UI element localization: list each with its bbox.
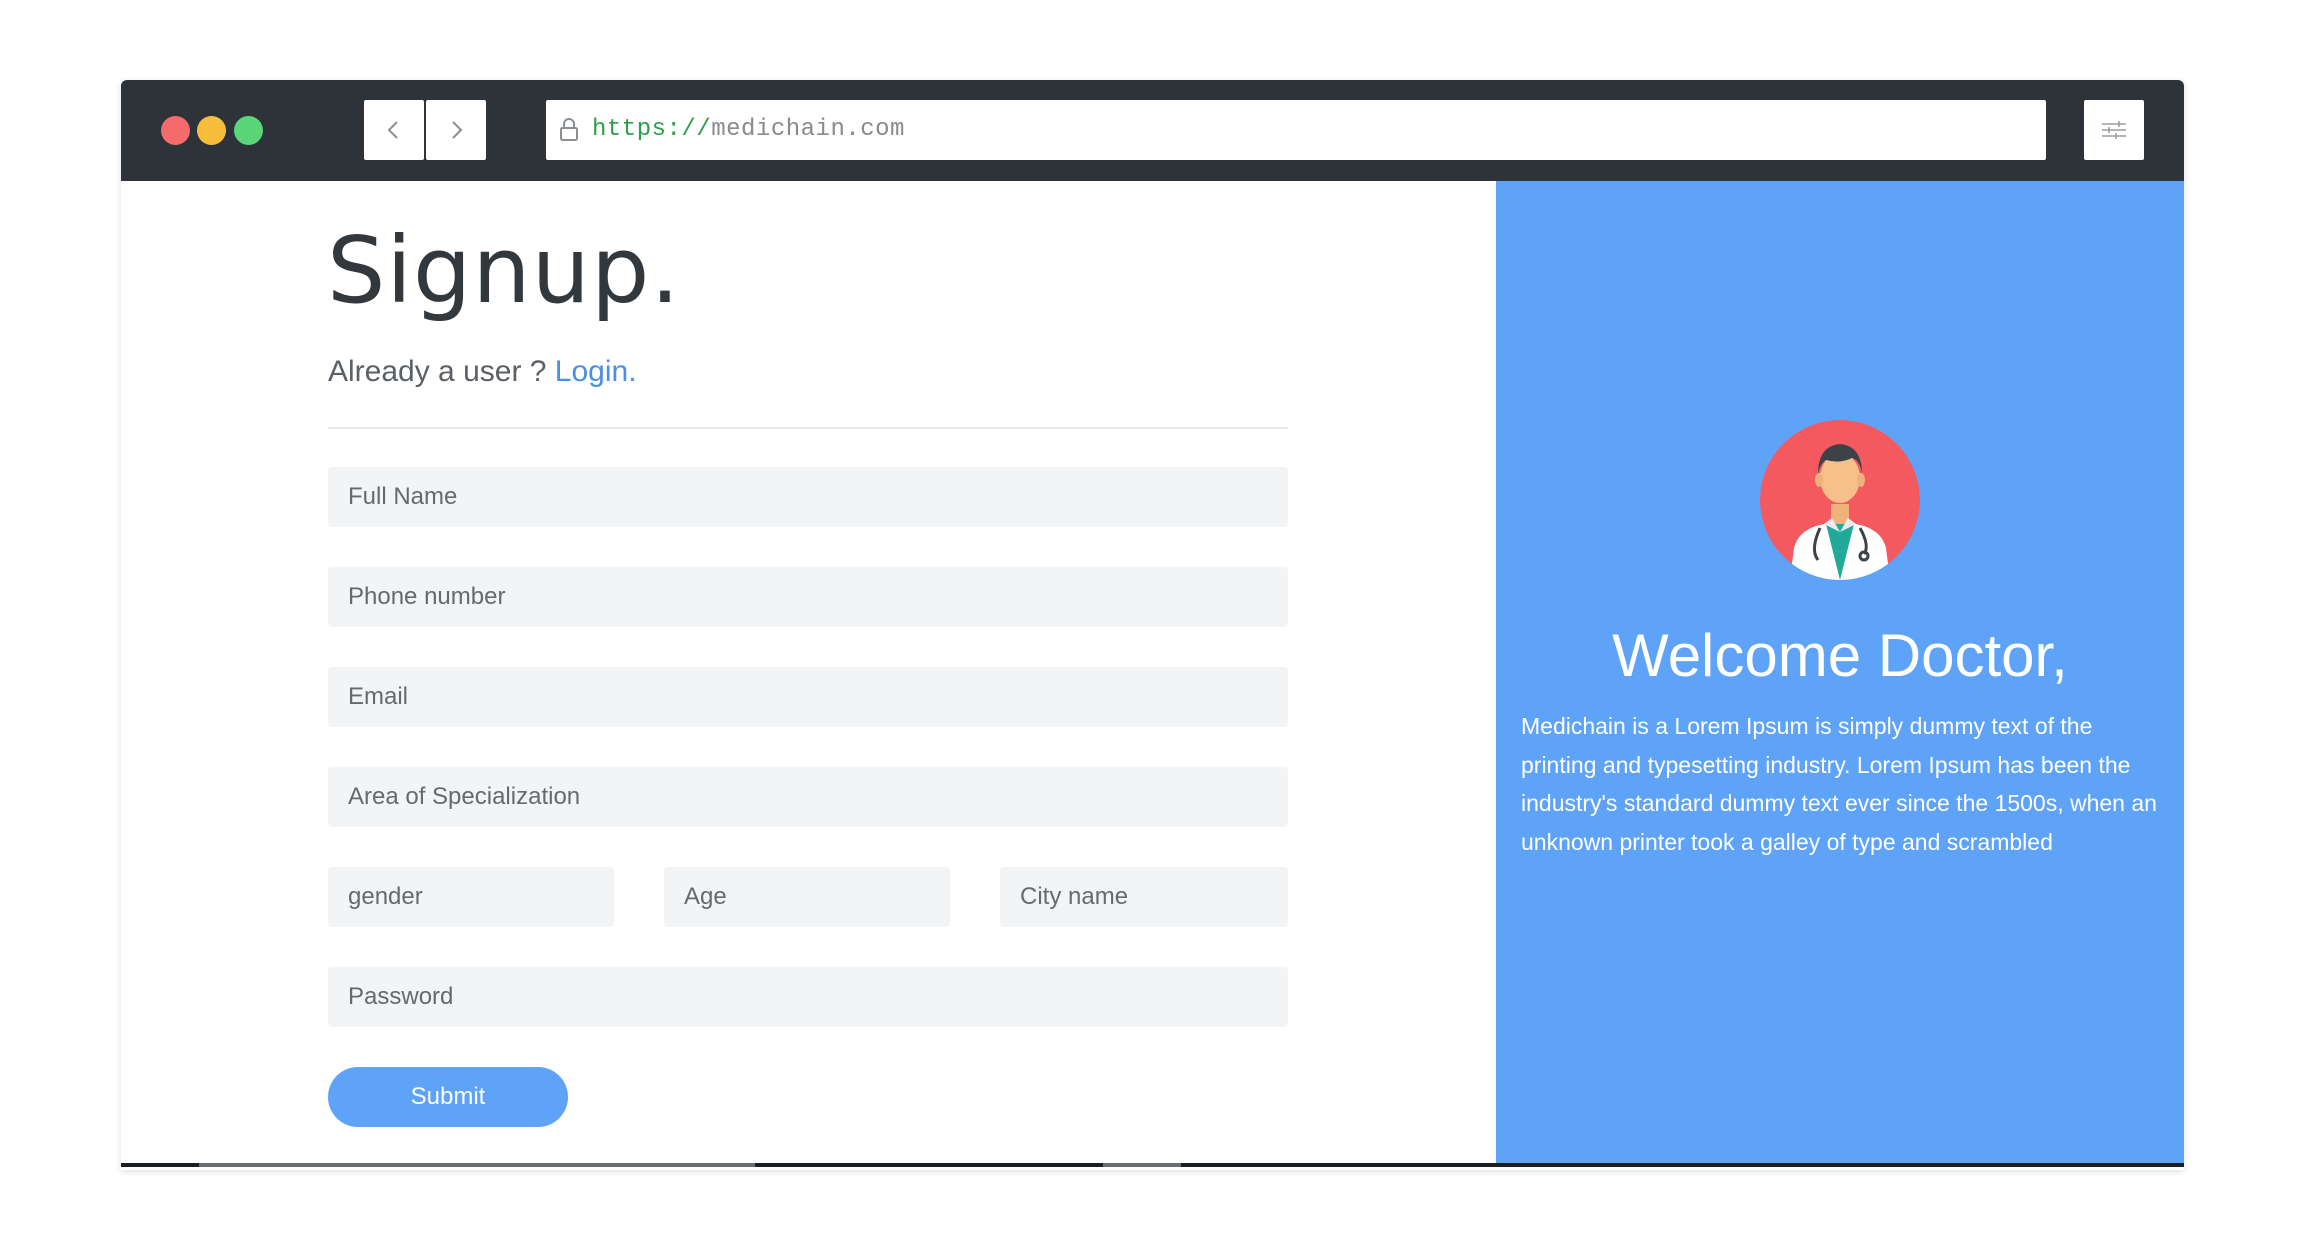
login-prompt: Already a user ? Login. [328,355,637,389]
chevron-right-icon [452,121,463,139]
bottom-scrollbar [121,1163,2184,1167]
doctor-avatar-icon [1760,420,1920,580]
scrollbar-segment [199,1163,755,1167]
minimize-window-dot[interactable] [197,116,226,145]
browser-titlebar: https://medichain.com [121,80,2184,181]
url-text: https://medichain.com [592,116,905,143]
welcome-pane: Welcome Doctor, Medichain is a Lorem Ips… [1496,181,2184,1164]
url-scheme: https:// [592,116,712,143]
sliders-icon [2102,121,2126,139]
lock-icon [560,118,578,141]
close-window-dot[interactable] [161,116,190,145]
phone-number-input[interactable] [328,567,1288,627]
email-input[interactable] [328,667,1288,727]
url-host: medichain.com [711,116,905,143]
login-link[interactable]: Login. [555,355,637,388]
scrollbar-segment [1103,1163,1181,1167]
divider [328,427,1288,429]
full-name-input[interactable] [328,467,1288,527]
submit-button[interactable]: Submit [328,1067,568,1127]
welcome-heading: Welcome Doctor, [1612,622,2068,689]
back-button[interactable] [364,100,424,160]
login-prompt-text: Already a user ? [328,355,555,388]
city-name-input[interactable] [1000,867,1288,927]
maximize-window-dot[interactable] [234,116,263,145]
chevron-left-icon [387,121,398,139]
doctor-avatar [1760,420,1920,580]
page-title: Signup. [327,217,681,324]
browser-window: https://medichain.com Signup. Already a … [121,80,2184,1170]
signup-pane: Signup. Already a user ? Login. Submit [121,181,1496,1164]
address-bar[interactable]: https://medichain.com [546,100,2046,160]
forward-button[interactable] [426,100,486,160]
page-content: Signup. Already a user ? Login. Submit [121,181,2184,1164]
welcome-description: Medichain is a Lorem Ipsum is simply dum… [1521,713,2157,855]
gender-input[interactable] [328,867,614,927]
specialization-input[interactable] [328,767,1288,827]
settings-button[interactable] [2084,100,2144,160]
password-input[interactable] [328,967,1288,1027]
age-input[interactable] [664,867,950,927]
